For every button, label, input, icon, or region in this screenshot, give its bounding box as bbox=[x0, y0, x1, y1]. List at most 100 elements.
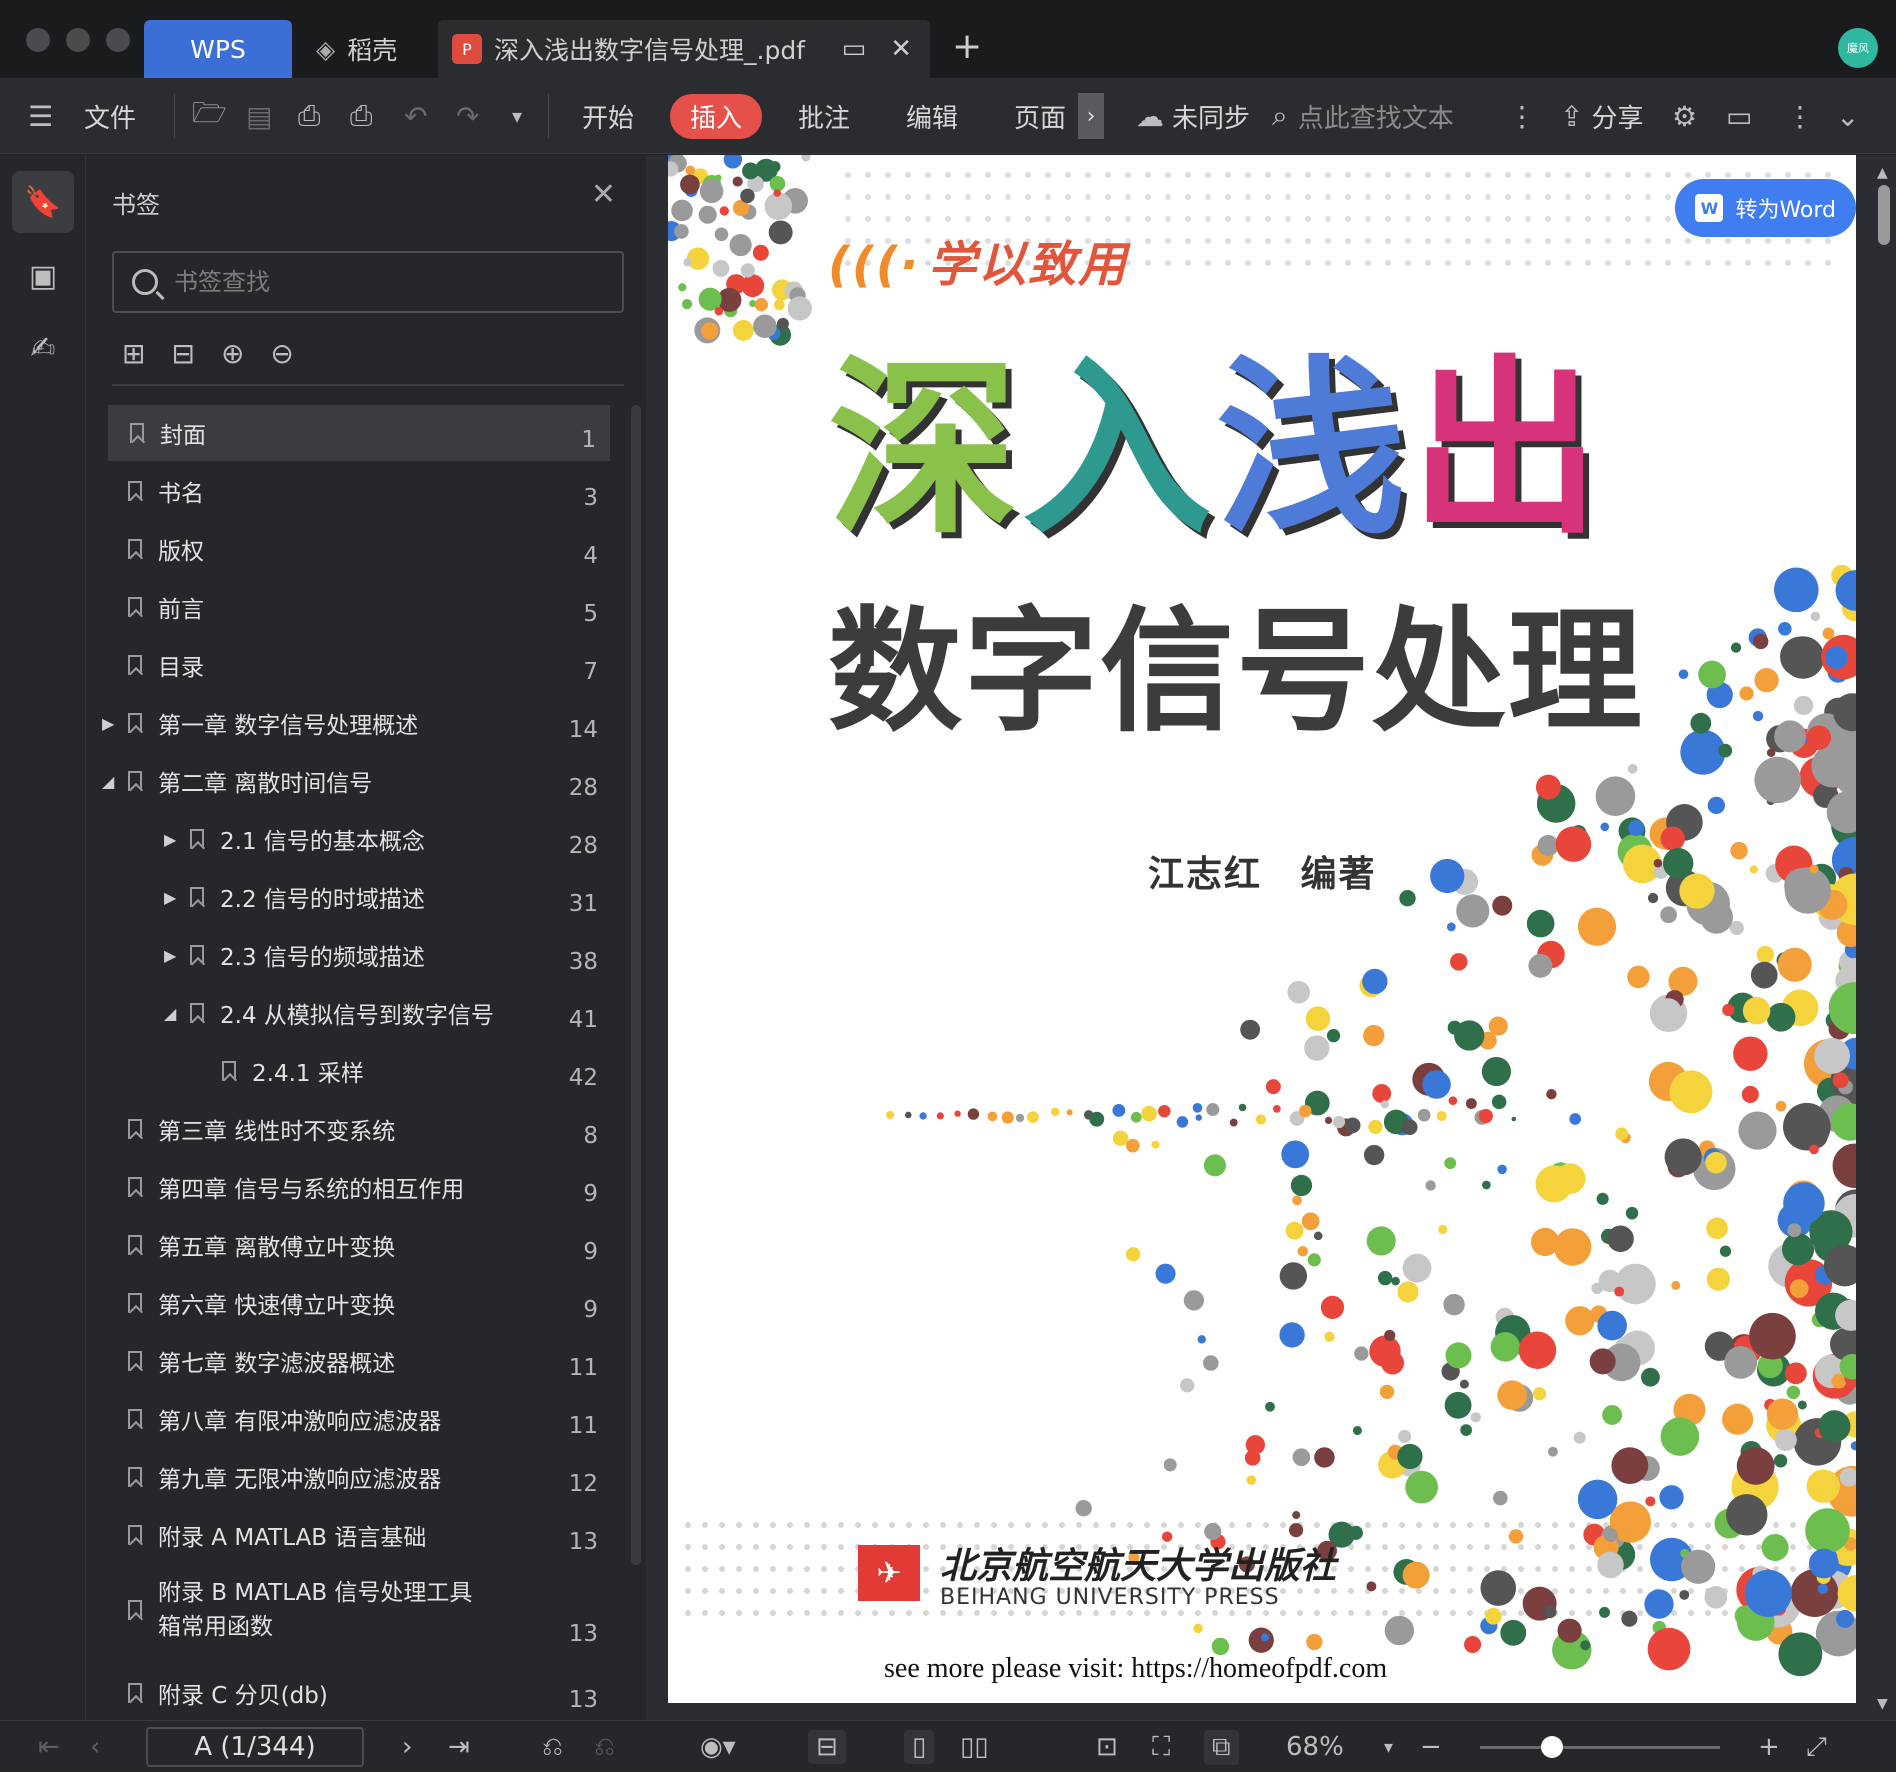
zoom-level[interactable]: 68% bbox=[1286, 1721, 1344, 1772]
next-page-icon[interactable]: › bbox=[402, 1721, 412, 1772]
open-folder-icon[interactable]: 🗁 bbox=[192, 78, 227, 154]
settings-gear-icon[interactable]: ⚙ bbox=[1672, 78, 1697, 154]
page-indicator[interactable]: A (1/344) bbox=[146, 1727, 364, 1767]
more-options-icon[interactable]: ⋮ bbox=[1786, 78, 1814, 154]
bookmark-item[interactable]: ▶ 2.2 信号的时域描述 31 bbox=[132, 869, 612, 925]
close-icon[interactable]: ✕ bbox=[591, 177, 616, 212]
document-scrollbar[interactable]: ▲ ▼ bbox=[1872, 155, 1896, 1720]
bookmark-item[interactable]: 第七章 数字滤波器概述 11 bbox=[128, 1333, 612, 1389]
bookmark-item[interactable]: ▶ 2.1 信号的基本概念 28 bbox=[132, 811, 612, 867]
sync-status-button[interactable]: ☁ 未同步 bbox=[1136, 78, 1250, 154]
avatar[interactable]: 魔风 bbox=[1838, 28, 1878, 68]
zoom-slider-knob[interactable] bbox=[1541, 1736, 1563, 1758]
tab-page[interactable]: 页面 bbox=[1014, 78, 1066, 154]
comment-bubble-icon[interactable]: ▭ bbox=[1726, 78, 1752, 154]
signature-panel-button[interactable]: ✍ bbox=[12, 317, 74, 379]
remove-bookmark-icon[interactable]: ⊖ bbox=[270, 337, 293, 370]
redo-icon[interactable]: ↷ bbox=[456, 78, 479, 154]
zoom-out-icon[interactable]: − bbox=[1420, 1721, 1442, 1772]
bookmark-item[interactable]: 2.4.1 采样 42 bbox=[132, 1043, 612, 1099]
bookmark-search-input[interactable] bbox=[174, 268, 574, 296]
bookmark-item[interactable]: 第八章 有限冲激响应滤波器 11 bbox=[128, 1391, 612, 1447]
fit-width-icon[interactable]: ⧉ bbox=[1204, 1721, 1239, 1772]
new-tab-icon[interactable]: + bbox=[952, 26, 982, 67]
bookmark-item[interactable]: 书名 3 bbox=[128, 463, 612, 519]
bookmark-item[interactable]: ▶ 第一章 数字信号处理概述 14 bbox=[102, 695, 612, 751]
tab-daoke[interactable]: ◈ 稻壳 bbox=[310, 20, 430, 78]
collapse-arrow-icon[interactable]: ◢ bbox=[164, 1004, 180, 1023]
bookmark-scrollbar[interactable] bbox=[631, 405, 641, 1565]
first-page-icon[interactable]: ⇤ bbox=[38, 1721, 60, 1772]
bookmark-item[interactable]: 前言 5 bbox=[128, 579, 612, 635]
expand-all-icon[interactable]: ⊞ bbox=[122, 337, 145, 370]
tab-insert[interactable]: 插入 bbox=[670, 78, 763, 154]
collapse-ribbon-icon[interactable]: ⌄ bbox=[1836, 78, 1859, 154]
collapse-arrow-icon[interactable]: ◢ bbox=[102, 772, 118, 791]
more-vertical-icon[interactable]: ⋮ bbox=[1508, 78, 1536, 154]
prev-page-icon[interactable]: ‹ bbox=[90, 1721, 100, 1772]
cover-dot bbox=[1585, 216, 1591, 222]
expand-arrow-icon[interactable]: ▶ bbox=[164, 946, 180, 965]
zoom-in-icon[interactable]: + bbox=[1758, 1721, 1780, 1772]
bookmark-item[interactable]: 第四章 信号与系统的相互作用 9 bbox=[128, 1159, 612, 1215]
bookmark-item[interactable]: 第三章 线性时不变系统 8 bbox=[128, 1101, 612, 1157]
tab-comment[interactable]: 批注 bbox=[798, 78, 850, 154]
scroll-thumb[interactable] bbox=[1878, 185, 1890, 245]
forward-icon[interactable]: ⎌ bbox=[594, 1721, 615, 1772]
bookmark-item[interactable]: 目录 7 bbox=[128, 637, 612, 693]
print-preview-icon[interactable]: ⎙ bbox=[350, 78, 372, 154]
tab-start[interactable]: 开始 bbox=[582, 78, 634, 154]
window-zoom-dot[interactable] bbox=[106, 28, 130, 52]
scroll-down-icon[interactable]: ▼ bbox=[1877, 1696, 1888, 1712]
share-button[interactable]: ⇪ 分享 bbox=[1560, 78, 1643, 154]
convert-to-word-button[interactable]: W 转为Word bbox=[1675, 179, 1856, 237]
save-icon[interactable]: ▤ bbox=[246, 78, 272, 154]
single-page-icon[interactable]: ▯ bbox=[904, 1721, 935, 1772]
expand-arrow-icon[interactable]: ▶ bbox=[102, 714, 118, 733]
bookmark-search-box[interactable] bbox=[112, 251, 624, 313]
undo-icon[interactable]: ↶ bbox=[404, 78, 427, 154]
bookmark-item[interactable]: 附录 C 分贝(db) 13 bbox=[128, 1665, 612, 1721]
bookmark-item[interactable]: 附录 B MATLAB 信号处理工具箱常用函数 13 bbox=[128, 1565, 612, 1655]
back-icon[interactable]: ⎌ bbox=[542, 1721, 563, 1772]
print-icon[interactable]: ⎙ bbox=[298, 78, 320, 154]
bookmark-item[interactable]: 版权 4 bbox=[128, 521, 612, 577]
window-minimize-dot[interactable] bbox=[66, 28, 90, 52]
more-tabs-button[interactable]: › bbox=[1078, 78, 1104, 154]
present-icon[interactable]: ▭ bbox=[842, 34, 867, 64]
bookmark-item[interactable]: 第九章 无限冲激响应滤波器 12 bbox=[128, 1449, 612, 1505]
last-page-icon[interactable]: ⇥ bbox=[448, 1721, 470, 1772]
window-close-dot[interactable] bbox=[26, 28, 50, 52]
scroll-up-icon[interactable]: ▲ bbox=[1877, 165, 1888, 181]
zoom-dropdown-icon[interactable]: ▾ bbox=[1384, 1721, 1393, 1772]
collapse-all-icon[interactable]: ⊟ bbox=[171, 337, 194, 370]
bookmark-item[interactable]: 封面 1 bbox=[108, 405, 610, 461]
bookmark-item[interactable]: 第五章 离散傅立叶变换 9 bbox=[128, 1217, 612, 1273]
file-menu-button[interactable]: 文件 bbox=[84, 78, 136, 154]
thumbnail-panel-button[interactable]: ▣ bbox=[12, 245, 74, 307]
tab-edit[interactable]: 编辑 bbox=[906, 78, 958, 154]
add-bookmark-icon[interactable]: ⊕ bbox=[221, 337, 244, 370]
actual-size-icon[interactable]: ⊡ bbox=[1096, 1721, 1118, 1772]
bookmark-item[interactable]: ▶ 2.3 信号的频域描述 38 bbox=[132, 927, 612, 983]
two-page-icon[interactable]: ▯▯ bbox=[960, 1721, 989, 1772]
expand-arrow-icon[interactable]: ▶ bbox=[164, 888, 180, 907]
expand-arrow-icon[interactable]: ▶ bbox=[164, 830, 180, 849]
quick-access-dropdown-icon[interactable]: ▾ bbox=[512, 78, 522, 154]
close-tab-icon[interactable]: ✕ bbox=[890, 34, 912, 64]
bookmark-item[interactable]: ◢ 第二章 离散时间信号 28 bbox=[102, 753, 612, 809]
zoom-slider[interactable] bbox=[1480, 1746, 1720, 1749]
tab-wps[interactable]: WPS bbox=[144, 20, 292, 78]
fullscreen-icon[interactable]: ⤢ bbox=[1806, 1721, 1827, 1772]
bookmark-panel-button[interactable]: 🔖 bbox=[12, 171, 74, 233]
fit-page-icon[interactable]: ⛶ bbox=[1152, 1721, 1170, 1772]
continuous-scroll-icon[interactable]: ⊟ bbox=[808, 1721, 846, 1772]
bookmark-item[interactable]: 第六章 快速傅立叶变换 9 bbox=[128, 1275, 612, 1331]
eye-care-icon[interactable]: ◉▾ bbox=[700, 1721, 736, 1772]
bookmark-item[interactable]: ◢ 2.4 从模拟信号到数字信号 41 bbox=[132, 985, 612, 1041]
bookmark-item[interactable]: 附录 A MATLAB 语言基础 13 bbox=[128, 1507, 612, 1563]
tab-document[interactable]: P 深入浅出数字信号处理_.pdf ▭ ✕ bbox=[438, 20, 930, 78]
menu-icon[interactable]: ☰ bbox=[28, 78, 53, 154]
document-viewport[interactable]: (((· 学以致用 深入浅出 数字信号处理 江志红 编著 ✈ 北京航空航天大学出版… bbox=[646, 155, 1896, 1720]
find-text-button[interactable]: ⌕ 点此查找文本 bbox=[1272, 78, 1454, 154]
